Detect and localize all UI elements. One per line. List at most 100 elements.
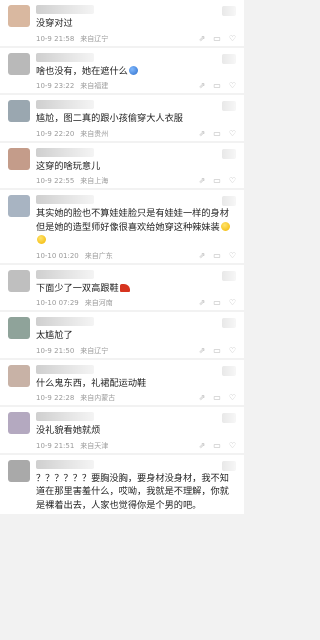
comment-text-content: 什么鬼东西，礼裙配运动鞋 [36,377,147,389]
reply-icon[interactable]: ▭ [213,393,221,403]
comment-location: 来自福建 [80,82,109,90]
avatar[interactable] [8,5,30,27]
comment-item[interactable]: 这穿的啥玩意儿 10-9 22:55 来自上海 ⇗ ▭ ♡ [0,142,244,188]
like-count-redacted [222,270,236,281]
like-icon[interactable]: ♡ [229,81,236,91]
comment-text-content: ？？？？？？要胸没胸，要身材没身材，我不知道在那里害羞什么，哎呦，我就是不理解，… [36,472,229,511]
reply-icon[interactable]: ▭ [213,251,221,261]
comment-text-content: 太尴尬了 [36,330,73,341]
comment-item[interactable]: 尴尬，图二真的跟小孩偷穿大人衣服 10-9 22:20 来自贵州 ⇗ ▭ ♡ [0,95,244,141]
username-redacted[interactable] [36,317,94,326]
comment-meta: 10-9 21:58 来自辽宁 ⇗ ▭ ♡ [36,34,236,44]
like-count-redacted [222,365,236,376]
comment-text-content: 没礼貌看她就烦 [36,425,101,436]
laughing-emoji-icon [37,235,46,244]
comment-meta: 10-9 22:20 来自贵州 ⇗ ▭ ♡ [36,129,236,139]
avatar[interactable] [8,147,30,170]
reply-icon[interactable]: ▭ [213,346,221,356]
username-redacted[interactable] [36,52,94,62]
reply-icon[interactable]: ▭ [213,34,221,44]
comment-time: 10-9 23:22 [36,82,75,90]
comment-text-content: 啥也没有，她在遮什么 [36,65,128,77]
comment-text-content: 这穿的啥玩意儿 [36,160,101,172]
like-count-redacted [222,148,236,159]
share-icon[interactable]: ⇗ [199,346,206,356]
like-count-redacted [222,53,236,64]
avatar[interactable] [8,412,30,434]
share-icon[interactable]: ⇗ [199,129,206,139]
avatar[interactable] [8,317,30,339]
comment-item[interactable]: 没穿对过 10-9 21:58 来自辽宁 ⇗ ▭ ♡ [0,0,244,46]
like-icon[interactable]: ♡ [229,251,236,261]
avatar[interactable] [8,100,30,122]
username-redacted[interactable] [36,195,94,204]
comment-text: 其实她的脸也不算娃娃脸只是有娃娃一样的身材 但是她的造型师好像很喜欢给她穿这种辣… [36,207,236,248]
comment-item[interactable]: 下面少了一双高跟鞋 10-10 07:29 来自河南 ⇗ ▭ ♡ [0,264,244,310]
comment-meta: 10-10 01:20 来自广东 ⇗ ▭ ♡ [36,251,236,261]
reply-icon[interactable]: ▭ [213,129,221,139]
username-redacted[interactable] [36,412,94,421]
like-count-redacted [222,196,236,206]
share-icon[interactable]: ⇗ [199,34,206,44]
username-redacted[interactable] [36,459,94,469]
comment-meta: 10-9 21:50 来自辽宁 ⇗ ▭ ♡ [36,346,236,356]
like-count-redacted [222,101,236,111]
comment-time: 10-9 22:20 [36,129,75,138]
share-icon[interactable]: ⇗ [199,393,206,403]
username-redacted[interactable] [36,100,94,109]
username-redacted[interactable] [36,147,94,157]
share-icon[interactable]: ⇗ [199,298,206,308]
comment-location: 来自广东 [84,251,113,260]
comment-time: 10-9 22:55 [36,177,75,185]
like-count-redacted [222,6,236,16]
username-redacted[interactable] [36,5,94,14]
comment-text: 下面少了一双高跟鞋 [36,282,236,296]
comment-location: 来自河南 [84,299,113,307]
comment-time: 10-10 07:29 [36,299,79,307]
comment-item[interactable]: 太尴尬了 10-9 21:50 来自辽宁 ⇗ ▭ ♡ [0,312,244,358]
username-redacted[interactable] [36,364,94,374]
like-icon[interactable]: ♡ [229,176,236,186]
share-icon[interactable]: ⇗ [199,81,206,91]
comment-item[interactable]: ？？？？？？要胸没胸，要身材没身材，我不知道在那里害羞什么，哎呦，我就是不理解，… [0,454,244,514]
comment-location: 来自辽宁 [80,34,109,43]
reply-icon[interactable]: ▭ [213,441,221,451]
reply-icon[interactable]: ▭ [213,298,221,308]
like-count-redacted [222,413,236,423]
comment-text: 什么鬼东西，礼裙配运动鞋 [36,377,236,391]
like-icon[interactable]: ♡ [229,129,236,139]
comment-item[interactable]: 什么鬼东西，礼裙配运动鞋 10-9 22:28 来自内蒙古 ⇗ ▭ ♡ [0,359,244,405]
comment-text-content: 没穿对过 [36,18,73,29]
like-count-redacted [222,460,236,471]
like-icon[interactable]: ♡ [229,298,236,308]
avatar[interactable] [8,195,30,217]
comment-text-content: 下面少了一双高跟鞋 [36,282,119,294]
avatar[interactable] [8,52,30,75]
comment-text: ？？？？？？要胸没胸，要身材没身材，我不知道在那里害羞什么，哎呦，我就是不理解，… [36,472,236,513]
share-icon[interactable]: ⇗ [199,441,206,451]
comment-time: 10-9 21:50 [36,346,75,355]
like-icon[interactable]: ♡ [229,441,236,451]
comment-location: 来自贵州 [80,129,109,138]
laughing-emoji-icon [220,221,230,231]
comment-item[interactable]: 啥也没有，她在遮什么 10-9 23:22 来自福建 ⇗ ▭ ♡ [0,47,244,93]
like-count-redacted [222,318,236,328]
share-icon[interactable]: ⇗ [199,176,206,186]
avatar[interactable] [8,269,30,292]
like-icon[interactable]: ♡ [229,393,236,403]
comment-time: 10-9 22:28 [36,394,75,402]
comment-text: 尴尬，图二真的跟小孩偷穿大人衣服 [36,112,236,126]
comment-item[interactable]: 没礼貌看她就烦 10-9 21:51 来自天津 ⇗ ▭ ♡ [0,407,244,453]
like-icon[interactable]: ♡ [229,34,236,44]
reply-icon[interactable]: ▭ [213,176,221,186]
comment-text-content: 其实她的脸也不算娃娃脸只是有娃娃一样的身材 但是她的造型师好像很喜欢给她穿这种辣… [36,208,229,233]
reply-icon[interactable]: ▭ [213,81,221,91]
comment-text: 太尴尬了 [36,329,236,343]
comment-item[interactable]: 其实她的脸也不算娃娃脸只是有娃娃一样的身材 但是她的造型师好像很喜欢给她穿这种辣… [0,190,244,263]
avatar[interactable] [8,459,30,482]
like-icon[interactable]: ♡ [229,346,236,356]
username-redacted[interactable] [36,269,94,279]
comment-time: 10-9 21:58 [36,34,75,43]
share-icon[interactable]: ⇗ [199,251,206,261]
avatar[interactable] [8,364,30,387]
